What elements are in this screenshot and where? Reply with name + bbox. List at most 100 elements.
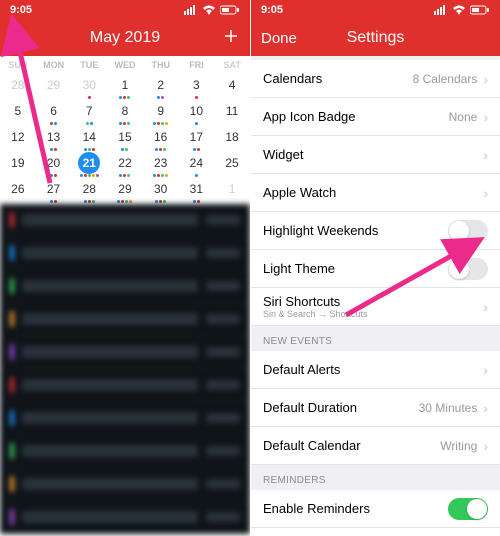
status-bar: 9:05 (251, 0, 500, 20)
status-icons (434, 5, 490, 15)
calendar-day[interactable]: 29 (36, 74, 72, 100)
calendar-day[interactable]: 12 (0, 126, 36, 152)
chevron-right-icon: › (483, 362, 488, 378)
toggle-switch[interactable] (448, 498, 488, 520)
calendar-day[interactable]: 24 (179, 152, 215, 178)
calendar-day[interactable]: 16 (143, 126, 179, 152)
settings-row-light-theme[interactable]: Light Theme (251, 250, 500, 288)
battery-icon (470, 5, 490, 15)
status-icons (184, 5, 240, 15)
signal-icon (184, 5, 198, 15)
settings-row-enable-reminders[interactable]: Enable Reminders (251, 490, 500, 528)
calendar-day[interactable]: 18 (214, 126, 250, 152)
settings-row-show-completed-reminders[interactable]: Show Completed Reminders (251, 528, 500, 536)
calendar-day[interactable]: 19 (0, 152, 36, 178)
row-label: Siri ShortcutsSiri & Search → Shortcuts (263, 295, 368, 319)
settings-row-siri-shortcuts[interactable]: Siri ShortcutsSiri & Search → Shortcuts› (251, 288, 500, 326)
calendar-day[interactable]: 10 (179, 100, 215, 126)
event-row[interactable] (0, 204, 250, 237)
calendar-day[interactable]: 23 (143, 152, 179, 178)
settings-row-default-duration[interactable]: Default Duration 30 Minutes › (251, 389, 500, 427)
calendar-day[interactable]: 11 (214, 100, 250, 126)
row-label: Highlight Weekends (263, 223, 378, 238)
calendar-day[interactable]: 29 (107, 178, 143, 204)
row-label: Light Theme (263, 261, 335, 276)
settings-list[interactable]: Calendars8 Calendars›App Icon BadgeNone›… (251, 56, 500, 536)
event-row[interactable] (0, 369, 250, 402)
settings-row-highlight-weekends[interactable]: Highlight Weekends (251, 212, 500, 250)
row-label: Widget (263, 147, 303, 162)
event-row[interactable] (0, 270, 250, 303)
calendar-day[interactable]: 13 (36, 126, 72, 152)
event-row[interactable] (0, 501, 250, 534)
row-value: None (449, 110, 478, 124)
done-button[interactable]: Done (261, 30, 311, 47)
calendar-day[interactable]: 14 (71, 126, 107, 152)
settings-gear-button[interactable] (10, 27, 44, 49)
status-time: 9:05 (10, 4, 32, 16)
chevron-right-icon: › (483, 109, 488, 125)
calendar-title[interactable]: May 2019 (44, 29, 206, 47)
event-row[interactable] (0, 303, 250, 336)
chevron-right-icon: › (483, 438, 488, 454)
event-row[interactable] (0, 468, 250, 501)
calendar-day[interactable]: 28 (0, 74, 36, 100)
event-row[interactable] (0, 435, 250, 468)
toggle-switch[interactable] (448, 220, 488, 242)
row-label: Enable Reminders (263, 501, 370, 516)
calendar-day[interactable]: 25 (214, 152, 250, 178)
settings-row-calendars[interactable]: Calendars8 Calendars› (251, 60, 500, 98)
calendar-day[interactable]: 3 (179, 74, 215, 100)
calendar-day[interactable]: 4 (214, 74, 250, 100)
event-row[interactable] (0, 237, 250, 270)
event-list-blurred (0, 204, 250, 534)
row-label: Default Duration (263, 400, 357, 415)
settings-row-default-alerts[interactable]: Default Alerts› (251, 351, 500, 389)
toggle-switch[interactable] (448, 258, 488, 280)
calendar-day[interactable]: 30 (143, 178, 179, 204)
weekday-label: MON (36, 56, 72, 74)
calendar-day[interactable]: 17 (179, 126, 215, 152)
chevron-right-icon: › (483, 147, 488, 163)
calendar-day[interactable]: 26 (0, 178, 36, 204)
settings-row-app-icon-badge[interactable]: App Icon BadgeNone› (251, 98, 500, 136)
weekday-label: THU (143, 56, 179, 74)
calendar-day[interactable]: 27 (36, 178, 72, 204)
wifi-icon (452, 5, 466, 15)
plus-icon (222, 27, 240, 45)
calendar-day[interactable]: 20 (36, 152, 72, 178)
calendar-day[interactable]: 5 (0, 100, 36, 126)
add-event-button[interactable] (206, 27, 240, 49)
calendar-day[interactable]: 30 (71, 74, 107, 100)
calendar-day[interactable]: 21 (71, 152, 107, 178)
row-subtext: Siri & Search → Shortcuts (263, 310, 368, 319)
calendar-day[interactable]: 2 (143, 74, 179, 100)
calendar-day[interactable]: 22 (107, 152, 143, 178)
calendar-day[interactable]: 15 (107, 126, 143, 152)
calendar-day[interactable]: 7 (71, 100, 107, 126)
settings-title: Settings (311, 29, 440, 47)
calendar-grid[interactable]: 2829301234567891011121314151617181920212… (0, 74, 250, 204)
status-time: 9:05 (261, 4, 283, 16)
weekday-label: FRI (179, 56, 215, 74)
settings-row-widget[interactable]: Widget › (251, 136, 500, 174)
calendar-day[interactable]: 8 (107, 100, 143, 126)
settings-row-apple-watch[interactable]: Apple Watch› (251, 174, 500, 212)
row-label: Default Calendar (263, 438, 361, 453)
weekday-label: WED (107, 56, 143, 74)
row-value: 30 Minutes (419, 401, 478, 415)
settings-row-default-calendar[interactable]: Default Calendar Writing › (251, 427, 500, 465)
calendar-day[interactable]: 6 (36, 100, 72, 126)
calendar-day[interactable]: 28 (71, 178, 107, 204)
row-value: Writing (440, 439, 477, 453)
calendar-day[interactable]: 9 (143, 100, 179, 126)
weekday-header: SUNMONTUEWEDTHUFRISAT (0, 56, 250, 74)
chevron-right-icon: › (483, 400, 488, 416)
row-value: 8 Calendars (413, 72, 478, 86)
calendar-day[interactable]: 1 (214, 178, 250, 204)
event-row[interactable] (0, 402, 250, 435)
calendar-day[interactable]: 1 (107, 74, 143, 100)
weekday-label: TUE (71, 56, 107, 74)
event-row[interactable] (0, 336, 250, 369)
calendar-day[interactable]: 31 (179, 178, 215, 204)
